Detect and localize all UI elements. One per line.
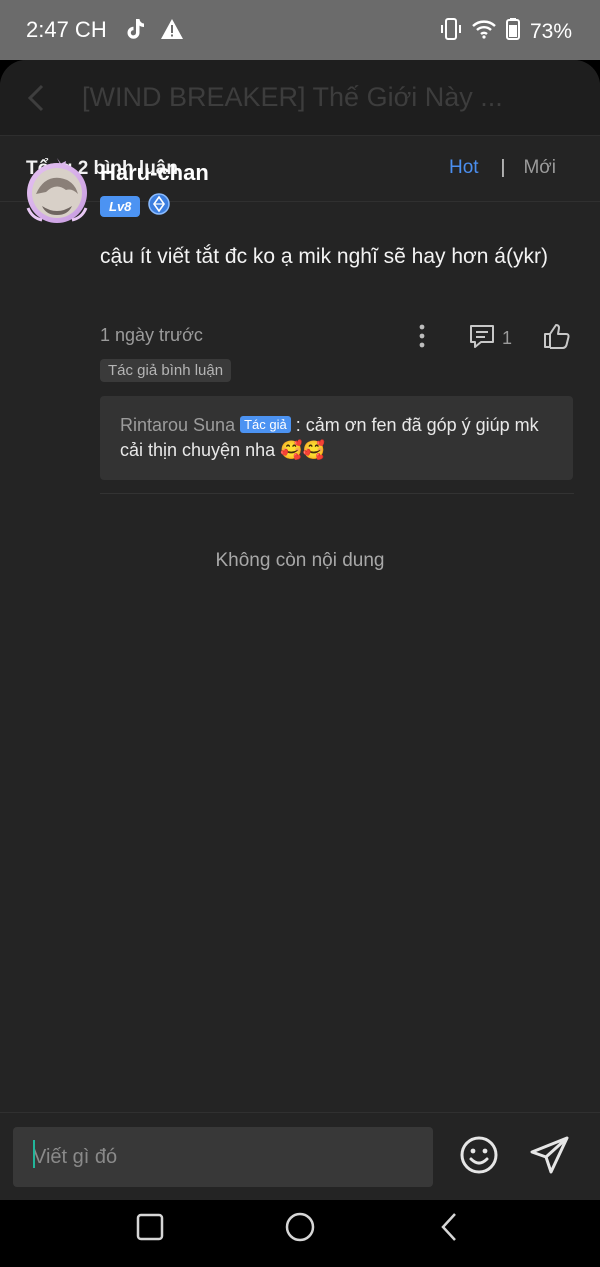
sort-new-tab[interactable]: Mới	[523, 157, 556, 179]
home-icon[interactable]	[284, 1212, 316, 1247]
warning-icon	[160, 18, 184, 45]
comments-sheet: [WIND BREAKER] Thế Giới Này ... Tổng 2 b…	[0, 60, 600, 1200]
status-notification-icons	[124, 17, 184, 46]
comment-author-tag: Tác giả bình luận	[100, 359, 232, 382]
nav-back-icon[interactable]	[438, 1212, 460, 1247]
comment-divider	[100, 493, 574, 494]
sort-hot-tab[interactable]: Hot	[449, 157, 479, 179]
text-cursor	[33, 1140, 35, 1168]
dimmed-header: [WIND BREAKER] Thế Giới Này ...	[0, 60, 600, 136]
battery-icon	[505, 18, 520, 46]
status-time: 2:47 CH	[26, 17, 107, 42]
wifi-icon	[472, 19, 496, 45]
recents-icon[interactable]	[136, 1212, 164, 1247]
comment-time: 1 ngày trước	[100, 325, 203, 345]
story-title: [WIND BREAKER] Thế Giới Này ...	[82, 82, 503, 112]
comment-text: cậu ít viết tắt đc ko ạ mik nghĩ sẽ hay …	[100, 245, 548, 268]
sort-separator: |	[500, 157, 506, 178]
reply-count: 1	[502, 328, 513, 348]
reply-preview[interactable]: Rintarou Suna Tác giả : cảm ơn fen đã góp…	[100, 396, 573, 480]
reply-author[interactable]: Rintarou Suna	[120, 415, 235, 435]
comment-input[interactable]	[13, 1127, 433, 1187]
system-nav-bar	[0, 1200, 600, 1267]
level-badge: Lv8	[100, 196, 141, 217]
like-icon[interactable]	[542, 322, 572, 355]
tiktok-icon	[124, 17, 146, 46]
battery-percent: 73%	[529, 20, 572, 43]
reply-button[interactable]: 1	[468, 322, 512, 355]
user-badges: Lv8	[100, 193, 171, 220]
end-of-content: Không còn nội dung	[215, 550, 385, 571]
author-badge: Tác giả	[240, 416, 291, 433]
sort-tabs: Hot | Mới	[449, 157, 556, 179]
comment-composer	[0, 1112, 600, 1200]
diamond-badge-icon	[148, 193, 171, 220]
emoji-icon[interactable]	[459, 1135, 499, 1180]
send-icon[interactable]	[529, 1135, 571, 1180]
status-bar: 2:47 CH 73%	[0, 0, 600, 60]
comment-username[interactable]: Haru-chan	[100, 160, 209, 186]
more-options-icon[interactable]	[412, 322, 432, 350]
comment-bubble-icon	[468, 322, 496, 355]
comment-meta: 1 ngày trước 1	[100, 322, 574, 352]
status-system-icons: 73%	[440, 17, 572, 47]
back-icon[interactable]	[24, 82, 48, 119]
avatar[interactable]	[22, 156, 92, 226]
vibrate-icon	[440, 17, 462, 47]
